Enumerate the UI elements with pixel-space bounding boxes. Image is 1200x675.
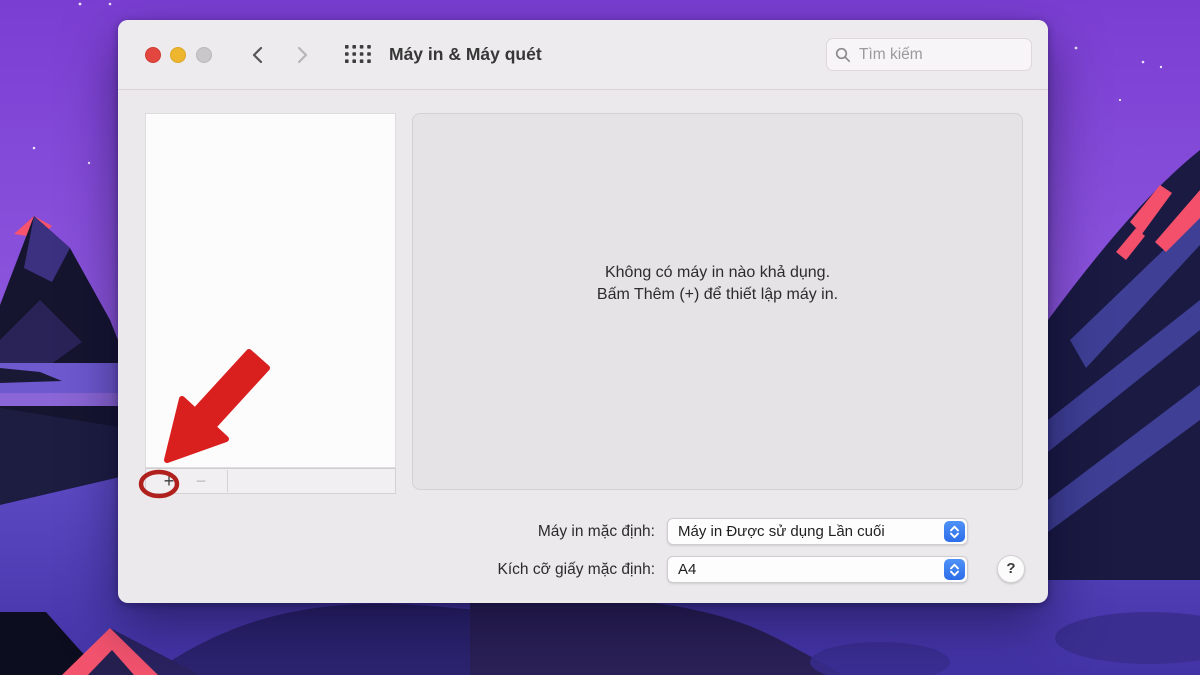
chevron-right-icon [297, 46, 309, 64]
search-field[interactable] [826, 38, 1032, 71]
remove-printer-button[interactable]: − [186, 469, 216, 493]
printer-list-toolbar: + − [145, 468, 396, 494]
stepper-icon [944, 521, 965, 542]
back-button[interactable] [245, 43, 269, 67]
default-printer-value: Máy in Được sử dụng Lần cuối [678, 523, 885, 540]
default-printer-label: Máy in mặc định: [318, 518, 655, 545]
minimize-button[interactable] [170, 47, 186, 63]
forward-button[interactable] [291, 43, 315, 67]
grid-icon [345, 44, 372, 64]
window-title: Máy in & Máy quét [389, 20, 542, 89]
add-printer-button[interactable]: + [154, 469, 184, 493]
search-input[interactable] [857, 45, 1021, 65]
empty-state-message: Không có máy in nào khả dụng. Bấm Thêm (… [413, 262, 1022, 306]
printer-detail-panel: Không có máy in nào khả dụng. Bấm Thêm (… [412, 113, 1023, 490]
printers-scanners-window: Máy in & Máy quét + − Không có máy in nà… [118, 20, 1048, 603]
title-bar: Máy in & Máy quét [118, 20, 1048, 90]
empty-state-line1: Không có máy in nào khả dụng. [413, 262, 1022, 284]
default-printer-select[interactable]: Máy in Được sử dụng Lần cuối [667, 518, 968, 545]
show-all-button[interactable] [344, 44, 372, 66]
paper-size-label: Kích cỡ giấy mặc định: [318, 556, 655, 583]
empty-state-line2: Bấm Thêm (+) để thiết lập máy in. [413, 284, 1022, 306]
help-button[interactable]: ? [997, 555, 1025, 583]
paper-size-select[interactable]: A4 [667, 556, 968, 583]
close-button[interactable] [145, 47, 161, 63]
zoom-button[interactable] [196, 47, 212, 63]
printer-list[interactable] [145, 113, 396, 468]
stepper-icon [944, 559, 965, 580]
paper-size-value: A4 [678, 561, 696, 578]
toolbar-divider [227, 470, 228, 492]
search-icon [835, 47, 851, 63]
chevron-left-icon [251, 46, 263, 64]
